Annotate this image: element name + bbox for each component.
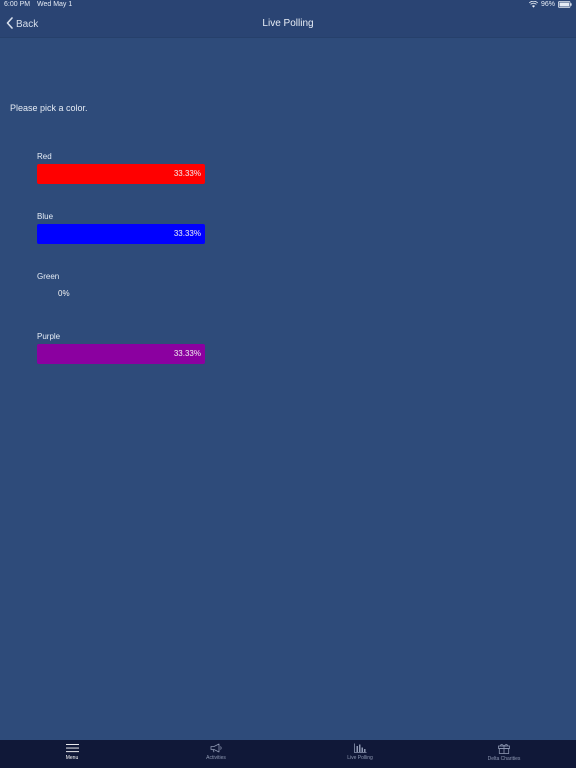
tab-bar: Menu Activities Live Polling Delta Chari… [0, 740, 576, 768]
tab-activities[interactable]: Activities [144, 740, 288, 768]
status-right: 96% [528, 1, 572, 8]
tab-label: Delta Charities [487, 756, 521, 762]
option-label: Purple [37, 332, 61, 341]
tab-label: Menu [65, 755, 79, 761]
tab-menu[interactable]: Menu [0, 740, 144, 768]
option-label: Red [37, 152, 52, 161]
battery-percent: 96% [540, 1, 555, 8]
option-percent: 0% [58, 289, 70, 298]
poll-option-green[interactable]: Green 0% [37, 272, 205, 298]
tab-label: Activities [206, 755, 226, 761]
option-label: Blue [37, 212, 54, 221]
tab-live-polling[interactable]: Live Polling [288, 740, 432, 768]
poll-option-red[interactable]: Red 33.33% [37, 152, 205, 184]
status-date: Wed May 1 [37, 1, 73, 8]
poll-prompt: Please pick a color. [10, 103, 88, 113]
tab-label: Live Polling [347, 755, 373, 761]
gift-icon [498, 743, 510, 754]
megaphone-icon [210, 743, 223, 753]
wifi-icon [528, 1, 538, 8]
tab-delta-charities[interactable]: Delta Charities [432, 740, 576, 768]
option-percent: 33.33% [173, 349, 201, 358]
menu-icon [65, 743, 79, 753]
option-percent: 33.33% [173, 169, 201, 178]
option-label: Green [37, 272, 60, 281]
bar-chart-icon [353, 743, 367, 753]
option-percent: 33.33% [173, 229, 201, 238]
page-title: Live Polling [262, 18, 314, 29]
poll-option-blue[interactable]: Blue 33.33% [37, 212, 205, 244]
battery-icon [558, 1, 572, 8]
poll-option-purple[interactable]: Purple 33.33% [37, 332, 205, 364]
status-bar: 6:00 PM Wed May 1 96% [0, 0, 576, 11]
navigation-bar: Back Live Polling [0, 11, 576, 38]
status-time: 6:00 PM [4, 1, 31, 8]
